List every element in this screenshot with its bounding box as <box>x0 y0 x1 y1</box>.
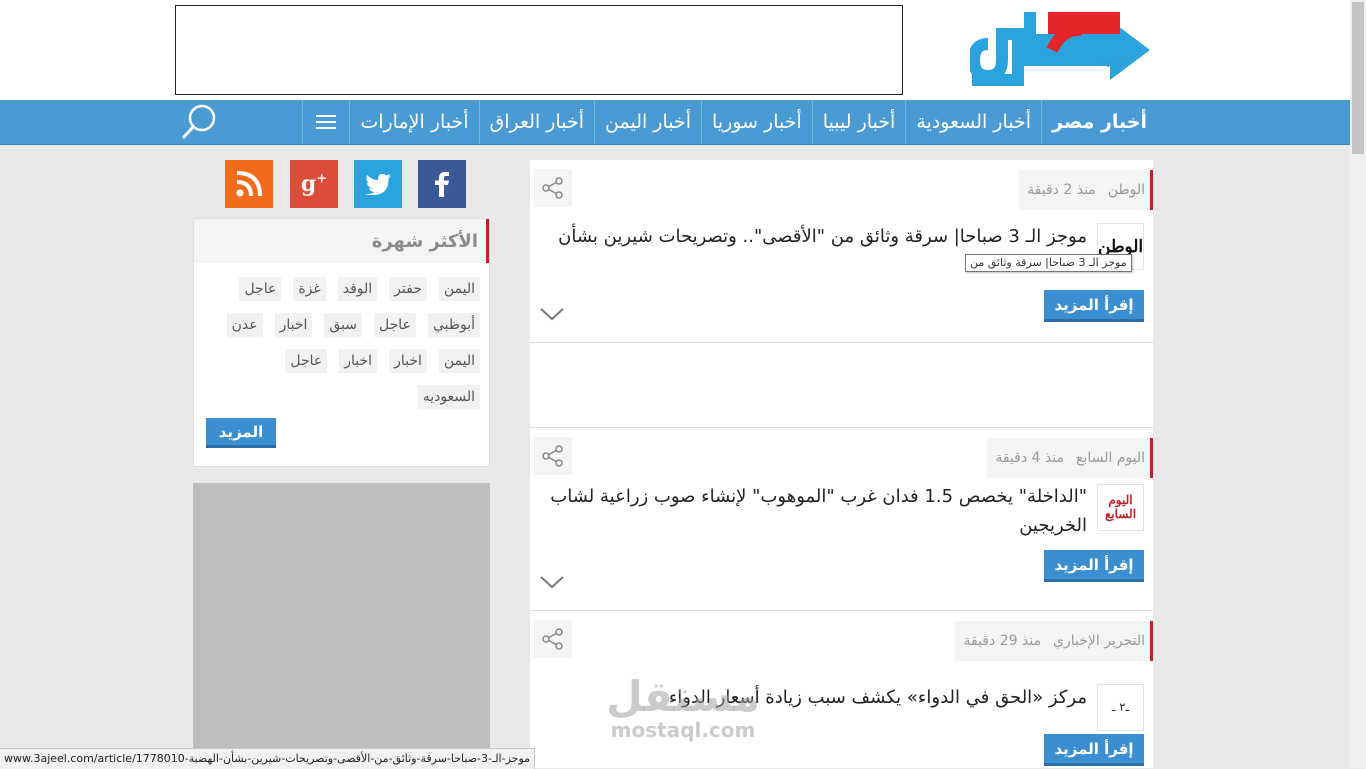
nav-item-libya[interactable]: أخبار ليبيا <box>811 100 906 144</box>
tag-item[interactable]: سبق <box>324 313 363 337</box>
tag-item[interactable]: عدن <box>226 313 263 337</box>
tag-item[interactable]: حفتر <box>389 277 427 301</box>
article-card: اليوم السابع منذ 4 دقيقة اليوم السابع "ا… <box>530 428 1153 610</box>
hamburger-icon <box>316 115 337 129</box>
tag-item[interactable]: عاجل <box>239 277 282 301</box>
scrollbar-thumb[interactable] <box>1352 2 1364 154</box>
share-icon <box>542 445 563 467</box>
article-source[interactable]: اليوم السابع <box>1076 450 1145 466</box>
tag-item[interactable]: عاجل <box>285 349 328 373</box>
article-source[interactable]: التحرير الإخباري <box>1053 633 1145 649</box>
read-more-button[interactable]: إقرأ المزيد <box>1044 550 1144 582</box>
tag-item[interactable]: أبوظبي <box>427 313 480 337</box>
search-icon <box>181 104 216 140</box>
sidebar-ad-slot[interactable] <box>193 483 490 768</box>
tag-item[interactable]: اخبار <box>339 349 378 373</box>
article-meta: الوطن منذ 2 دقيقة <box>1019 170 1153 210</box>
main-nav: أخبار مصر أخبار السعودية أخبار ليبيا أخب… <box>0 100 1350 145</box>
article-meta: التحرير الإخباري منذ 29 دقيقة <box>955 621 1153 661</box>
google-plus-button[interactable]: g+ <box>290 160 338 208</box>
tag-item[interactable]: الوفد <box>337 277 378 301</box>
read-more-button[interactable]: إقرأ المزيد <box>1044 734 1144 766</box>
popular-title: الأكثر شهرة <box>194 219 489 263</box>
thumb-logo-text: ـ٢ ـ <box>1111 700 1130 714</box>
tag-item[interactable]: غزة <box>293 277 326 301</box>
popular-more-button[interactable]: المزيد <box>206 418 276 448</box>
article-headline[interactable]: "الداخلة" يخصص 1.5 فدان غرب "الموهوب" لإ… <box>547 482 1087 540</box>
facebook-icon <box>435 172 449 197</box>
watermark: مستقل mostaql.com <box>598 672 768 742</box>
article-meta: اليوم السابع منذ 4 دقيقة <box>987 438 1153 478</box>
nav-item-egypt[interactable]: أخبار مصر <box>1041 100 1157 144</box>
nav-item-saudi[interactable]: أخبار السعودية <box>905 100 1041 144</box>
divider <box>530 342 1153 343</box>
watermark-arabic: مستقل <box>606 672 760 721</box>
chevron-down-icon[interactable] <box>539 574 565 590</box>
site-header: 3ajeel <box>0 0 1350 100</box>
article-card: الوطن منذ 2 دقيقة الوطن موجز الـ 3 صباحا… <box>530 160 1153 342</box>
article-time: منذ 4 دقيقة <box>995 450 1064 466</box>
tag-item[interactable]: اليمن <box>438 349 480 373</box>
tag-item[interactable]: السعوديه <box>417 385 480 409</box>
article-source[interactable]: الوطن <box>1108 182 1145 198</box>
popular-tags-widget: الأكثر شهرة اليمن حفتر الوفد غزة عاجل أب… <box>193 218 490 467</box>
site-logo[interactable] <box>970 4 1155 90</box>
watermark-url: mostaql.com <box>610 718 756 742</box>
share-button[interactable] <box>534 169 572 207</box>
rss-button[interactable] <box>225 160 273 208</box>
twitter-icon <box>365 174 391 195</box>
search-button[interactable] <box>175 100 223 144</box>
page-scrollbar[interactable] <box>1350 0 1366 768</box>
article-thumbnail[interactable]: اليوم السابع <box>1097 484 1144 531</box>
nav-item-yemen[interactable]: أخبار اليمن <box>594 100 701 144</box>
article-time: منذ 2 دقيقة <box>1027 182 1096 198</box>
tag-item[interactable]: اخبار <box>389 349 427 373</box>
share-button[interactable] <box>534 620 572 658</box>
google-plus-icon: g+ <box>300 171 328 197</box>
nav-item-uae[interactable]: أخبار الإمارات <box>349 100 478 144</box>
rss-icon <box>236 171 262 197</box>
tag-item[interactable]: اخبار <box>274 313 313 337</box>
browser-status-url: www.3ajeel.com/article/1778010-موجز-الـ-… <box>0 748 536 769</box>
article-time: منذ 29 دقيقة <box>963 633 1042 649</box>
article-thumbnail[interactable]: ـ٢ ـ <box>1097 684 1144 731</box>
header-ad-slot[interactable] <box>175 5 903 95</box>
share-icon <box>542 177 563 199</box>
chevron-down-icon[interactable] <box>539 306 565 322</box>
share-button[interactable] <box>534 437 572 475</box>
twitter-button[interactable] <box>354 160 402 208</box>
nav-item-iraq[interactable]: أخبار العراق <box>478 100 595 144</box>
article-headline[interactable]: موجز الـ 3 صباحا| سرقة وثائق من "الأقصى"… <box>547 222 1087 251</box>
logo-caption: 3ajeel <box>1095 57 1126 68</box>
menu-button[interactable] <box>302 100 349 144</box>
nav-item-syria[interactable]: أخبار سوريا <box>701 100 812 144</box>
tooltip: موجز الـ 3 صباحا| سرقة وثائق من <box>965 254 1132 272</box>
tag-item[interactable]: اليمن <box>438 277 480 301</box>
tag-item[interactable]: عاجل <box>374 313 416 337</box>
facebook-button[interactable] <box>418 160 466 208</box>
tag-cloud: اليمن حفتر الوفد غزة عاجل أبوظبي عاجل سب… <box>200 277 480 421</box>
share-icon <box>542 628 563 650</box>
thumb-logo-text: اليوم السابع <box>1104 493 1137 521</box>
read-more-button[interactable]: إقرأ المزيد <box>1044 290 1144 322</box>
